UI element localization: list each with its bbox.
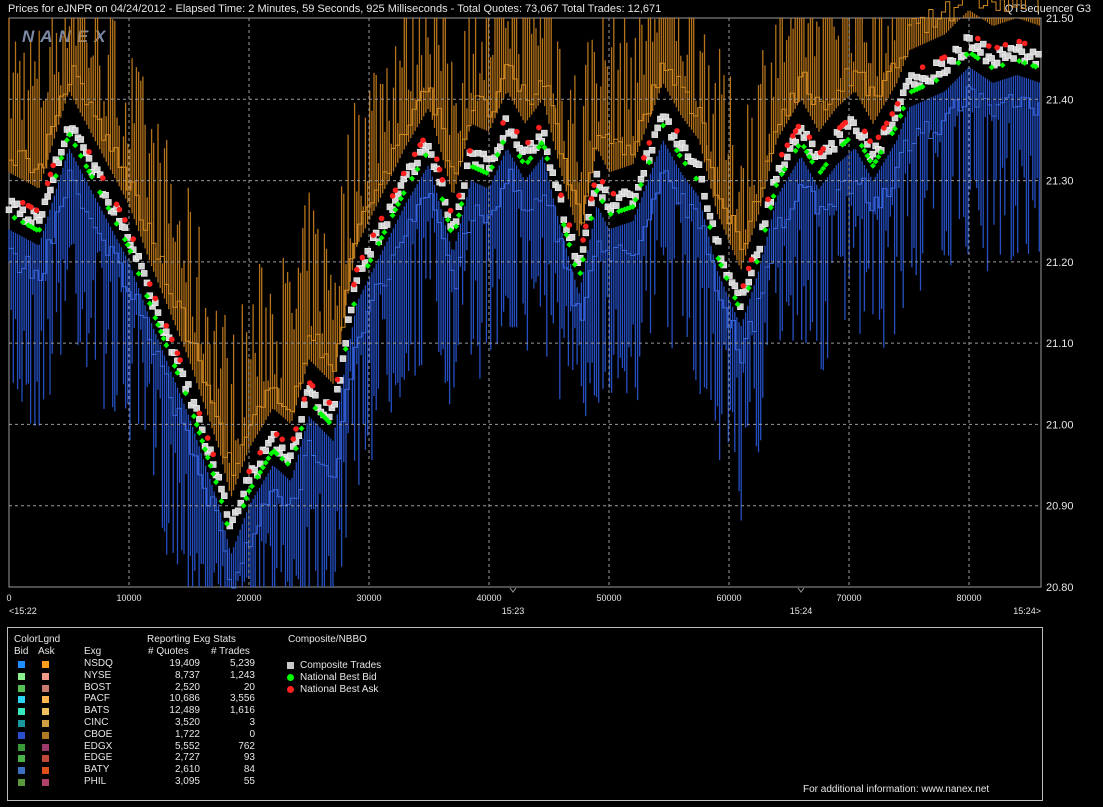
- trade-count: 84: [243, 764, 255, 776]
- ask-color-swatch: [42, 672, 49, 680]
- composite-label: Composite Trades: [300, 660, 382, 671]
- bid-color-swatch: [18, 767, 25, 775]
- exchange-name: CINC: [84, 717, 109, 728]
- y-tick-label: 20.80: [1046, 582, 1074, 594]
- quote-count: 19,409: [169, 658, 200, 669]
- ask-color-swatch: [42, 684, 49, 692]
- ask-color-swatch: [42, 779, 49, 786]
- time-label: 15:24: [790, 606, 813, 616]
- y-tick-label: 21.30: [1046, 176, 1074, 188]
- bid-color-swatch: [18, 720, 25, 727]
- quote-count: 1,722: [174, 728, 200, 740]
- trade-count: 1,616: [229, 705, 255, 717]
- quotes-header: # Quotes: [148, 646, 189, 657]
- exchange-name: BOST: [84, 681, 112, 693]
- composite-title: Composite/NBBO: [288, 634, 367, 645]
- time-marker: [509, 587, 517, 593]
- quote-count: 2,520: [174, 681, 200, 693]
- y-tick-label: 20.90: [1046, 501, 1074, 513]
- y-tick-label: 21.50: [1046, 13, 1074, 25]
- exchange-name: PHIL: [84, 776, 107, 787]
- trade-count: 93: [243, 752, 255, 764]
- trade-count: 5,239: [229, 658, 255, 669]
- time-label: <15:22: [9, 606, 37, 616]
- trade-count: 762: [238, 740, 255, 752]
- bid-color-swatch: [18, 684, 25, 692]
- composite-label: National Best Bid: [300, 671, 377, 683]
- time-marker: [797, 587, 805, 593]
- ask-color-swatch: [42, 661, 49, 668]
- x-tick-label: 40000: [476, 593, 501, 603]
- x-tick-label: 30000: [356, 593, 381, 603]
- exchange-name: BATS: [84, 705, 110, 717]
- ask-color-swatch: [42, 755, 49, 763]
- time-label: 15:23: [502, 606, 525, 616]
- trade-count: 3: [249, 717, 255, 728]
- trade-count: 3,556: [229, 693, 255, 705]
- trade-count: 1,243: [229, 669, 255, 681]
- ask-header: Ask: [38, 646, 55, 657]
- quote-count: 2,610: [174, 764, 200, 776]
- quote-count: 12,489: [169, 705, 200, 717]
- ask-color-swatch: [42, 696, 49, 704]
- ask-color-swatch: [42, 743, 49, 751]
- trade-count: 0: [249, 728, 255, 740]
- x-tick-label: 80000: [956, 593, 981, 603]
- quote-count: 3,095: [174, 776, 200, 787]
- bid-color-swatch: [18, 696, 25, 704]
- composite-symbol-icon: [287, 673, 294, 681]
- quote-count: 10,686: [169, 693, 200, 705]
- x-tick-label: 60000: [716, 593, 741, 603]
- ask-color-swatch: [42, 767, 49, 775]
- ask-color-swatch: [42, 731, 49, 739]
- trade-count: 55: [243, 776, 255, 787]
- composite-label: National Best Ask: [300, 683, 379, 695]
- legend-panel: ColorLgnd Bid Ask Reporting Exg Stats Ex…: [7, 627, 1043, 801]
- composite-symbol-icon: [287, 662, 294, 669]
- x-tick-label: 20000: [236, 593, 261, 603]
- quote-count: 8,737: [174, 669, 200, 681]
- bid-color-swatch: [18, 731, 25, 739]
- ask-color-swatch: [42, 720, 49, 727]
- bid-color-swatch: [18, 755, 25, 763]
- y-tick-label: 21.20: [1046, 257, 1074, 269]
- trades-header: # Trades: [211, 646, 250, 657]
- x-tick-label: 50000: [596, 593, 621, 603]
- x-tick-label: 0: [6, 593, 11, 603]
- y-tick-label: 21.00: [1046, 419, 1074, 431]
- bid-color-swatch: [18, 708, 25, 716]
- exchange-name: EDGX: [84, 740, 113, 752]
- color-legend-title: ColorLgnd: [14, 634, 61, 645]
- bid-color-swatch: [18, 672, 25, 680]
- quote-count: 3,520: [174, 717, 200, 728]
- exchange-name: BATY: [84, 764, 110, 776]
- time-label: 15:24>: [1013, 606, 1041, 616]
- bid-color-swatch: [18, 661, 25, 668]
- bid-color-swatch: [18, 743, 25, 751]
- exchange-name: NYSE: [84, 669, 112, 681]
- exchange-name: EDGE: [84, 752, 113, 764]
- y-tick-label: 21.40: [1046, 94, 1074, 106]
- footer-info: For additional information: www.nanex.ne…: [803, 784, 990, 795]
- x-tick-label: 70000: [836, 593, 861, 603]
- exg-header: Exg: [84, 646, 102, 657]
- quote-count: 5,552: [174, 740, 200, 752]
- bid-header: Bid: [14, 646, 29, 657]
- exchange-name: PACF: [84, 693, 110, 705]
- quote-count: 2,727: [174, 752, 200, 764]
- bid-color-swatch: [18, 779, 25, 786]
- ask-color-swatch: [42, 708, 49, 716]
- stats-title: Reporting Exg Stats: [147, 634, 236, 645]
- composite-symbol-icon: [287, 685, 294, 693]
- trade-count: 20: [243, 681, 255, 693]
- x-tick-label: 10000: [116, 593, 141, 603]
- exchange-name: CBOE: [84, 728, 113, 740]
- exchange-name: NSDQ: [84, 658, 113, 669]
- y-tick-label: 21.10: [1046, 338, 1074, 350]
- price-chart: NANEX21.5021.4021.3021.2021.1021.0020.90…: [5, 0, 1074, 616]
